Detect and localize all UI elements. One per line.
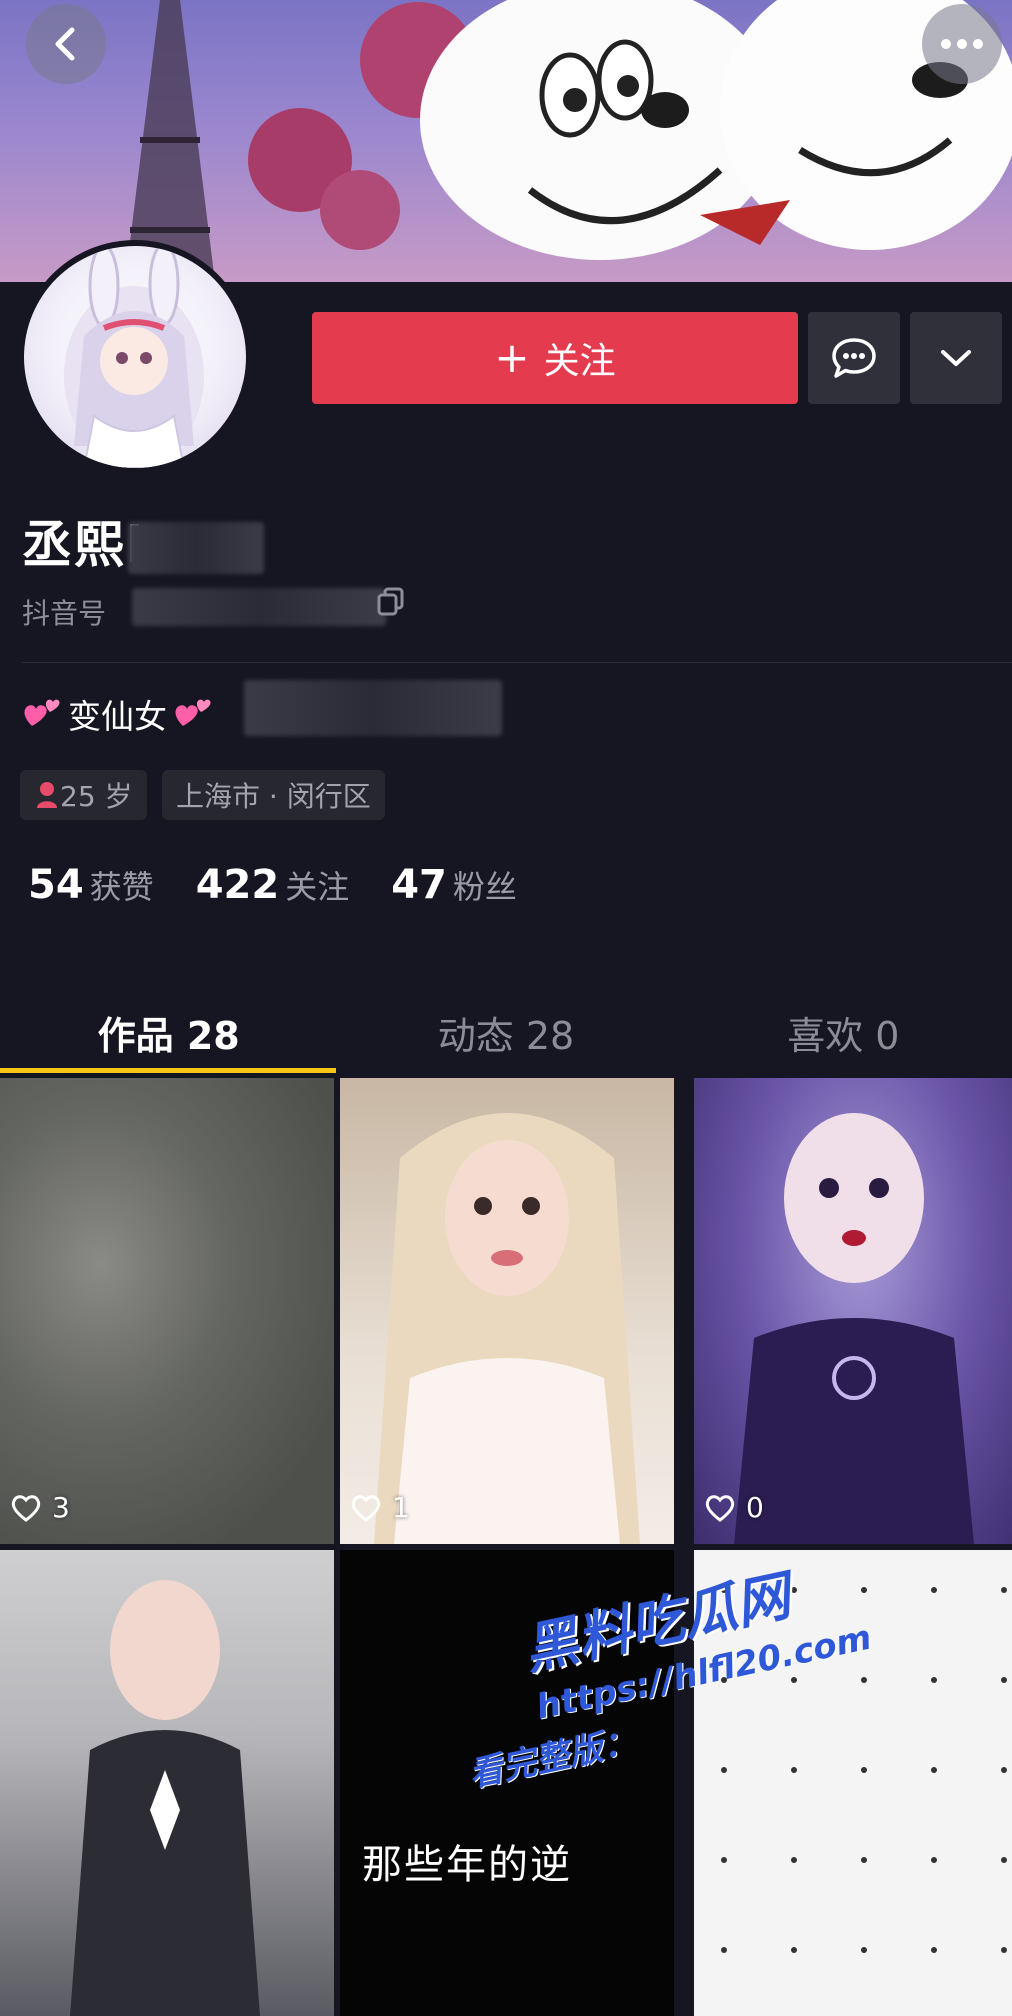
chat-bubble-icon: [832, 338, 876, 378]
location-tag: 上海市 · 闵行区: [162, 770, 385, 820]
like-count: 0: [704, 1491, 764, 1524]
banner-illustration: [125, 0, 1012, 282]
redacted-username: [128, 522, 264, 574]
heart-outline-icon: [11, 1494, 41, 1522]
stat-label: 粉丝: [452, 868, 517, 906]
content-tabs: 作品 28 动态 28 喜欢 0: [0, 990, 1012, 1074]
thumbnail-illustration: [734, 1113, 974, 1544]
chevron-down-icon: [941, 350, 971, 366]
profile-banner: [0, 0, 1012, 282]
follow-label: 关注: [543, 341, 616, 382]
bio: 变仙女: [22, 690, 213, 738]
age-tag: 25 岁: [20, 770, 147, 820]
active-tab-indicator: [0, 1068, 336, 1073]
more-horizontal-icon: [941, 39, 983, 49]
follow-button[interactable]: + 关注: [312, 312, 798, 404]
two-hearts-icon: [175, 699, 211, 726]
douyin-id-row: 抖音号: [22, 592, 106, 632]
back-button[interactable]: [26, 4, 106, 84]
tab-likes[interactable]: 喜欢 0: [675, 990, 1012, 1074]
like-value: 0: [746, 1491, 764, 1524]
avatar-illustration: [64, 246, 204, 468]
like-value: 1: [392, 1491, 410, 1524]
avatar-frame: [18, 240, 252, 474]
heart-outline-icon: [705, 1494, 735, 1522]
divider: [22, 662, 1012, 663]
stat-following[interactable]: 422 关注: [196, 862, 350, 908]
like-count: 1: [350, 1491, 410, 1524]
avatar[interactable]: [24, 246, 246, 468]
tab-works[interactable]: 作品 28: [0, 990, 337, 1074]
plus-icon: +: [494, 333, 530, 382]
like-count: 3: [10, 1491, 70, 1524]
more-button[interactable]: [922, 4, 1002, 84]
message-button[interactable]: [808, 312, 900, 404]
like-value: 3: [52, 1491, 70, 1524]
douyin-id-label: 抖音号: [22, 597, 107, 630]
copy-icon[interactable]: [376, 586, 406, 620]
female-gender-icon: [37, 782, 57, 808]
stat-value: 422: [195, 862, 280, 908]
stat-followers[interactable]: 47 粉丝: [391, 862, 517, 908]
stats-row: 54 获赞 422 关注 47 粉丝: [28, 862, 517, 908]
video-thumbnail[interactable]: 3: [0, 1078, 334, 1544]
stat-label: 获赞: [89, 868, 154, 906]
stat-likes[interactable]: 54 获赞: [28, 862, 154, 908]
thumbnail-portrait: [70, 1580, 260, 2016]
more-actions-dropdown[interactable]: [910, 312, 1002, 404]
location-text: 上海市 · 闵行区: [176, 780, 371, 813]
stat-value: 54: [28, 862, 84, 908]
redacted-douyin-id: [132, 588, 386, 626]
age-text: 25 岁: [60, 780, 133, 813]
stat-label: 关注: [285, 868, 350, 906]
video-thumbnail[interactable]: 0: [694, 1078, 1012, 1544]
tab-posts[interactable]: 动态 28: [337, 990, 674, 1074]
thumbnail-caption: 那些年的逆: [362, 1842, 572, 1888]
video-thumbnail[interactable]: [0, 1550, 334, 2016]
video-thumbnail[interactable]: 1: [340, 1078, 674, 1544]
redacted-bio: [244, 680, 502, 736]
bio-text: 变仙女: [68, 697, 167, 736]
two-hearts-icon: [24, 699, 60, 726]
thumbnail-portrait: [374, 1113, 640, 1544]
stat-value: 47: [391, 862, 447, 908]
heart-outline-icon: [351, 1494, 381, 1522]
chevron-left-icon: [55, 27, 75, 61]
